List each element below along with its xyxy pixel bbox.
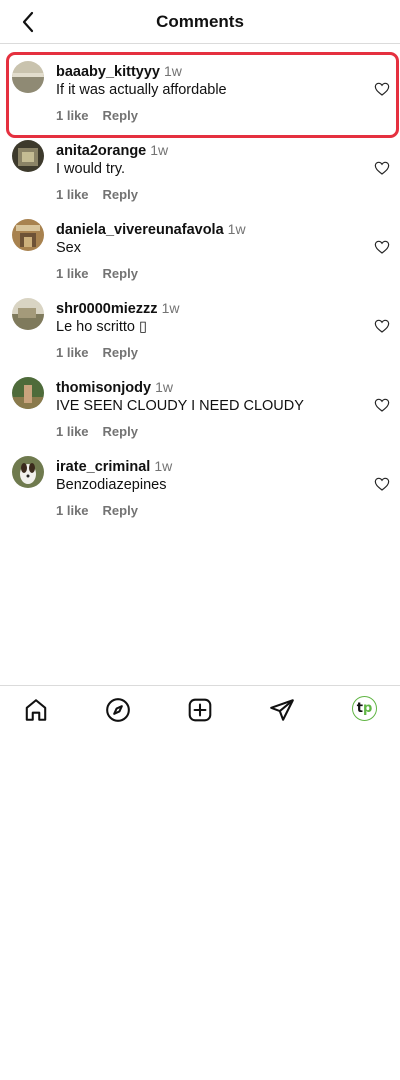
create-post-icon [188,698,212,722]
avatar[interactable] [12,140,44,172]
nav-explore[interactable] [104,696,132,724]
username[interactable]: baaaby_kittyyy [56,64,160,80]
heart-icon[interactable] [374,239,390,255]
timestamp: 1w [227,221,246,237]
profile-avatar-button[interactable]: tp [352,696,377,721]
reply-button[interactable]: Reply [103,266,138,281]
timestamp: 1w [154,458,173,474]
comment-header: daniela_vivereunafavola 1w [56,221,246,238]
reply-button[interactable]: Reply [103,187,138,202]
comment-header: shr0000miezzz 1w [56,300,179,317]
comment-item: irate_criminal 1w Benzodiazepines 1 like R… [0,439,400,518]
page-title: Comments [156,12,244,31]
avatar[interactable] [12,377,44,409]
comment-text: Benzodiazepines [56,477,167,493]
comment-header: thomisonjody 1w [56,379,173,396]
home-icon [25,699,47,721]
avatar[interactable] [12,219,44,251]
nav-direct[interactable] [268,696,296,724]
comment-actions: 1 like Reply [56,424,138,439]
comment-text: If it was actually affordable [56,82,227,98]
timestamp: 1w [161,300,180,316]
username[interactable]: shr0000miezzz [56,301,158,317]
username[interactable]: thomisonjody [56,380,151,396]
comment-text: Sex [56,240,81,256]
comment-actions: 1 like Reply [56,266,138,281]
bottom-nav: tp [0,685,400,733]
comment-text: IVE SEEN CLOUDY I NEED CLOUDY [56,398,304,414]
comment-header: irate_criminal 1w [56,458,172,475]
heart-icon[interactable] [374,318,390,334]
comment-item: shr0000miezzz 1w Le ho scritto ▯ 1 like Re… [0,281,400,360]
explore-compass-icon [106,698,130,722]
comment-actions: 1 like Reply [56,345,138,360]
like-count[interactable]: 1 like [56,266,89,281]
heart-icon[interactable] [374,160,390,176]
comment-item: daniela_vivereunafavola 1w Sex 1 like Repl… [0,202,400,281]
nav-home[interactable] [22,696,50,724]
timestamp: 1w [155,379,173,395]
username[interactable]: irate_criminal [56,459,150,475]
like-count[interactable]: 1 like [56,503,89,518]
nav-create[interactable] [186,696,214,724]
heart-icon[interactable] [374,81,390,97]
reply-button[interactable]: Reply [103,503,138,518]
comment-list: baaaby_kittyyy 1w If it was actually affo… [0,44,400,518]
profile-letter-p: p [362,701,373,716]
top-bar: Comments [0,0,400,44]
direct-messages-icon [270,699,294,721]
timestamp: 1w [163,63,182,79]
comment-actions: 1 like Reply [56,108,138,123]
avatar[interactable] [12,456,44,488]
heart-icon[interactable] [374,397,390,413]
like-count[interactable]: 1 like [56,187,89,202]
like-count[interactable]: 1 like [56,345,89,360]
reply-button[interactable]: Reply [103,108,138,123]
like-count[interactable]: 1 like [56,424,89,439]
username[interactable]: anita2orange [56,143,146,159]
heart-icon[interactable] [374,476,390,492]
comment-actions: 1 like Reply [56,503,138,518]
comment-item: anita2orange 1w I would try. 1 like Reply [0,123,400,202]
avatar[interactable] [12,298,44,330]
comment-text: Le ho scritto ▯ [56,319,147,335]
comment-actions: 1 like Reply [56,187,138,202]
comment-item: thomisonjody 1w IVE SEEN CLOUDY I NEED CL… [0,360,400,439]
comment-item: baaaby_kittyyy 1w If it was actually affo… [0,44,400,138]
comment-text: I would try. [56,161,126,177]
timestamp: 1w [150,142,169,158]
comment-header: baaaby_kittyyy 1w [56,63,182,80]
reply-button[interactable]: Reply [103,345,138,360]
reply-button[interactable]: Reply [103,424,138,439]
avatar[interactable] [12,61,44,93]
username[interactable]: daniela_vivereunafavola [56,222,224,238]
comment-header: anita2orange 1w [56,142,168,159]
like-count[interactable]: 1 like [56,108,89,123]
